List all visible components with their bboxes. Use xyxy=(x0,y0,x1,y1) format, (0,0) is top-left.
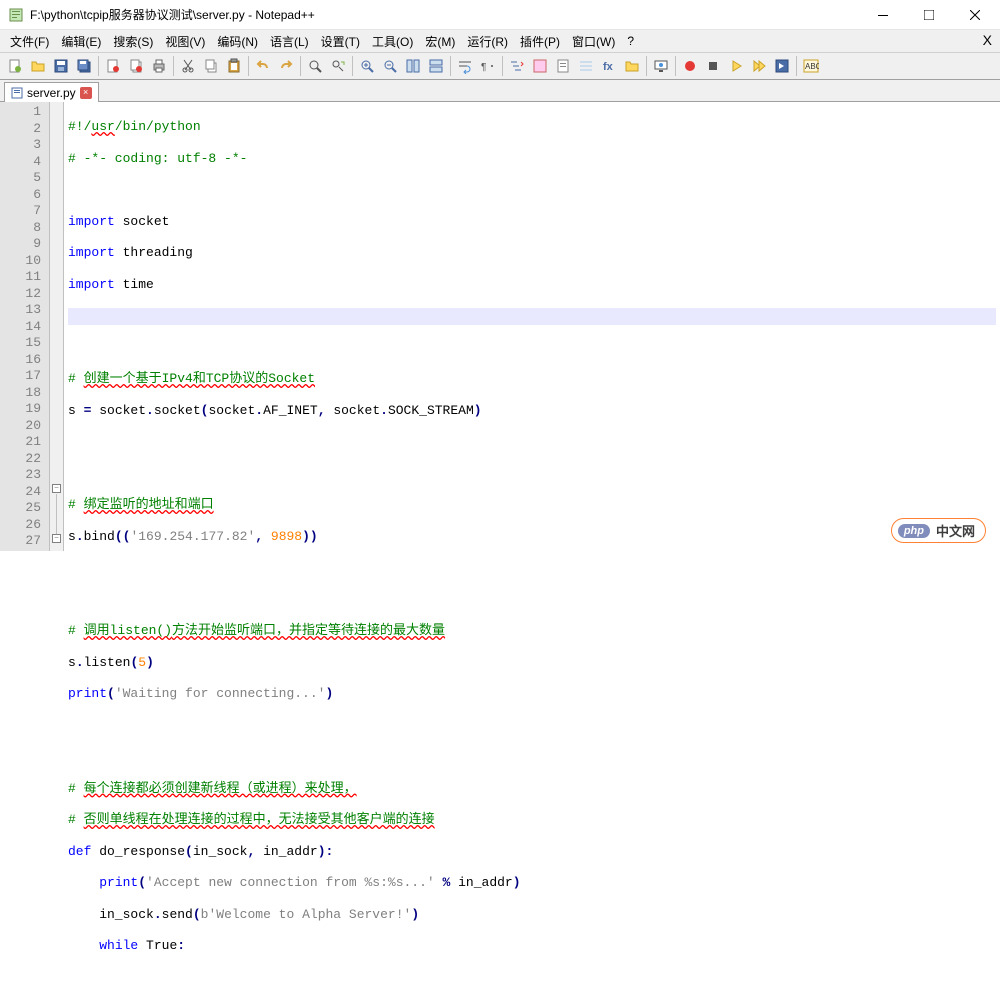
replace-icon[interactable] xyxy=(327,55,349,77)
close-all-icon[interactable] xyxy=(125,55,147,77)
save-all-icon[interactable] xyxy=(73,55,95,77)
maximize-button[interactable] xyxy=(906,0,952,30)
sync-v-icon[interactable] xyxy=(402,55,424,77)
menu-close-x[interactable]: X xyxy=(983,32,992,48)
menu-macro[interactable]: 宏(M) xyxy=(419,31,461,52)
zoom-in-icon[interactable] xyxy=(356,55,378,77)
close-file-icon[interactable] xyxy=(102,55,124,77)
userlang-icon[interactable] xyxy=(529,55,551,77)
spellcheck-icon[interactable]: ABC xyxy=(800,55,822,77)
open-file-icon[interactable] xyxy=(27,55,49,77)
menu-view[interactable]: 视图(V) xyxy=(159,31,211,52)
window-title: F:\python\tcpip服务器协议测试\server.py - Notep… xyxy=(30,6,860,23)
sync-h-icon[interactable] xyxy=(425,55,447,77)
find-icon[interactable] xyxy=(304,55,326,77)
save-macro-icon[interactable] xyxy=(771,55,793,77)
current-line xyxy=(68,308,996,325)
menu-plugins[interactable]: 插件(P) xyxy=(514,31,566,52)
undo-icon[interactable] xyxy=(252,55,274,77)
folder-icon[interactable] xyxy=(621,55,643,77)
close-button[interactable] xyxy=(952,0,998,30)
showall-icon[interactable]: ¶ xyxy=(477,55,499,77)
line-number-gutter: 1 2 3 4 5 6 7 8 9 10 11 12 13 14 15 16 1… xyxy=(0,102,50,551)
fold-gutter: − − xyxy=(50,102,64,551)
php-logo-icon: php xyxy=(898,524,930,538)
monitor-icon[interactable] xyxy=(650,55,672,77)
window-controls xyxy=(860,0,998,30)
watermark: php 中文网 xyxy=(891,518,986,543)
menu-encoding[interactable]: 编码(N) xyxy=(211,31,264,52)
tab-bar: server.py × xyxy=(0,80,1000,102)
menu-file[interactable]: 文件(F) xyxy=(4,31,55,52)
tab-close-icon[interactable]: × xyxy=(80,87,92,99)
print-icon[interactable] xyxy=(148,55,170,77)
code-area[interactable]: #!/usr/bin/python # -*- coding: utf-8 -*… xyxy=(64,102,1000,551)
menu-language[interactable]: 语言(L) xyxy=(264,31,315,52)
fold-toggle-icon[interactable]: − xyxy=(52,484,61,493)
menu-tools[interactable]: 工具(O) xyxy=(366,31,419,52)
title-bar: F:\python\tcpip服务器协议测试\server.py - Notep… xyxy=(0,0,1000,30)
record-macro-icon[interactable] xyxy=(679,55,701,77)
menu-window[interactable]: 窗口(W) xyxy=(566,31,621,52)
menu-edit[interactable]: 编辑(E) xyxy=(55,31,107,52)
editor: 1 2 3 4 5 6 7 8 9 10 11 12 13 14 15 16 1… xyxy=(0,102,1000,551)
paste-icon[interactable] xyxy=(223,55,245,77)
cut-icon[interactable] xyxy=(177,55,199,77)
menu-search[interactable]: 搜索(S) xyxy=(107,31,159,52)
app-icon xyxy=(8,7,24,23)
funclist-icon[interactable]: fx xyxy=(598,55,620,77)
menu-bar: 文件(F) 编辑(E) 搜索(S) 视图(V) 编码(N) 语言(L) 设置(T… xyxy=(0,30,1000,52)
save-icon[interactable] xyxy=(50,55,72,77)
indent-guide-icon[interactable] xyxy=(506,55,528,77)
tab-label: server.py xyxy=(27,86,76,100)
copy-icon[interactable] xyxy=(200,55,222,77)
play-macro-icon[interactable] xyxy=(725,55,747,77)
docmap-icon[interactable] xyxy=(552,55,574,77)
tab-server-py[interactable]: server.py × xyxy=(4,82,99,102)
fold-toggle-icon[interactable]: − xyxy=(52,534,61,543)
doclist-icon[interactable] xyxy=(575,55,597,77)
stop-macro-icon[interactable] xyxy=(702,55,724,77)
play-multi-icon[interactable] xyxy=(748,55,770,77)
minimize-button[interactable] xyxy=(860,0,906,30)
wordwrap-icon[interactable] xyxy=(454,55,476,77)
file-icon xyxy=(11,87,23,99)
svg-text:fx: fx xyxy=(603,61,614,73)
svg-text:ABC: ABC xyxy=(805,62,819,71)
redo-icon[interactable] xyxy=(275,55,297,77)
toolbar: ¶ fx ABC xyxy=(0,52,1000,80)
watermark-text: 中文网 xyxy=(936,521,975,540)
zoom-out-icon[interactable] xyxy=(379,55,401,77)
new-file-icon[interactable] xyxy=(4,55,26,77)
menu-settings[interactable]: 设置(T) xyxy=(315,31,366,52)
menu-run[interactable]: 运行(R) xyxy=(461,31,514,52)
menu-help[interactable]: ? xyxy=(621,32,640,50)
svg-text:¶: ¶ xyxy=(481,62,486,73)
